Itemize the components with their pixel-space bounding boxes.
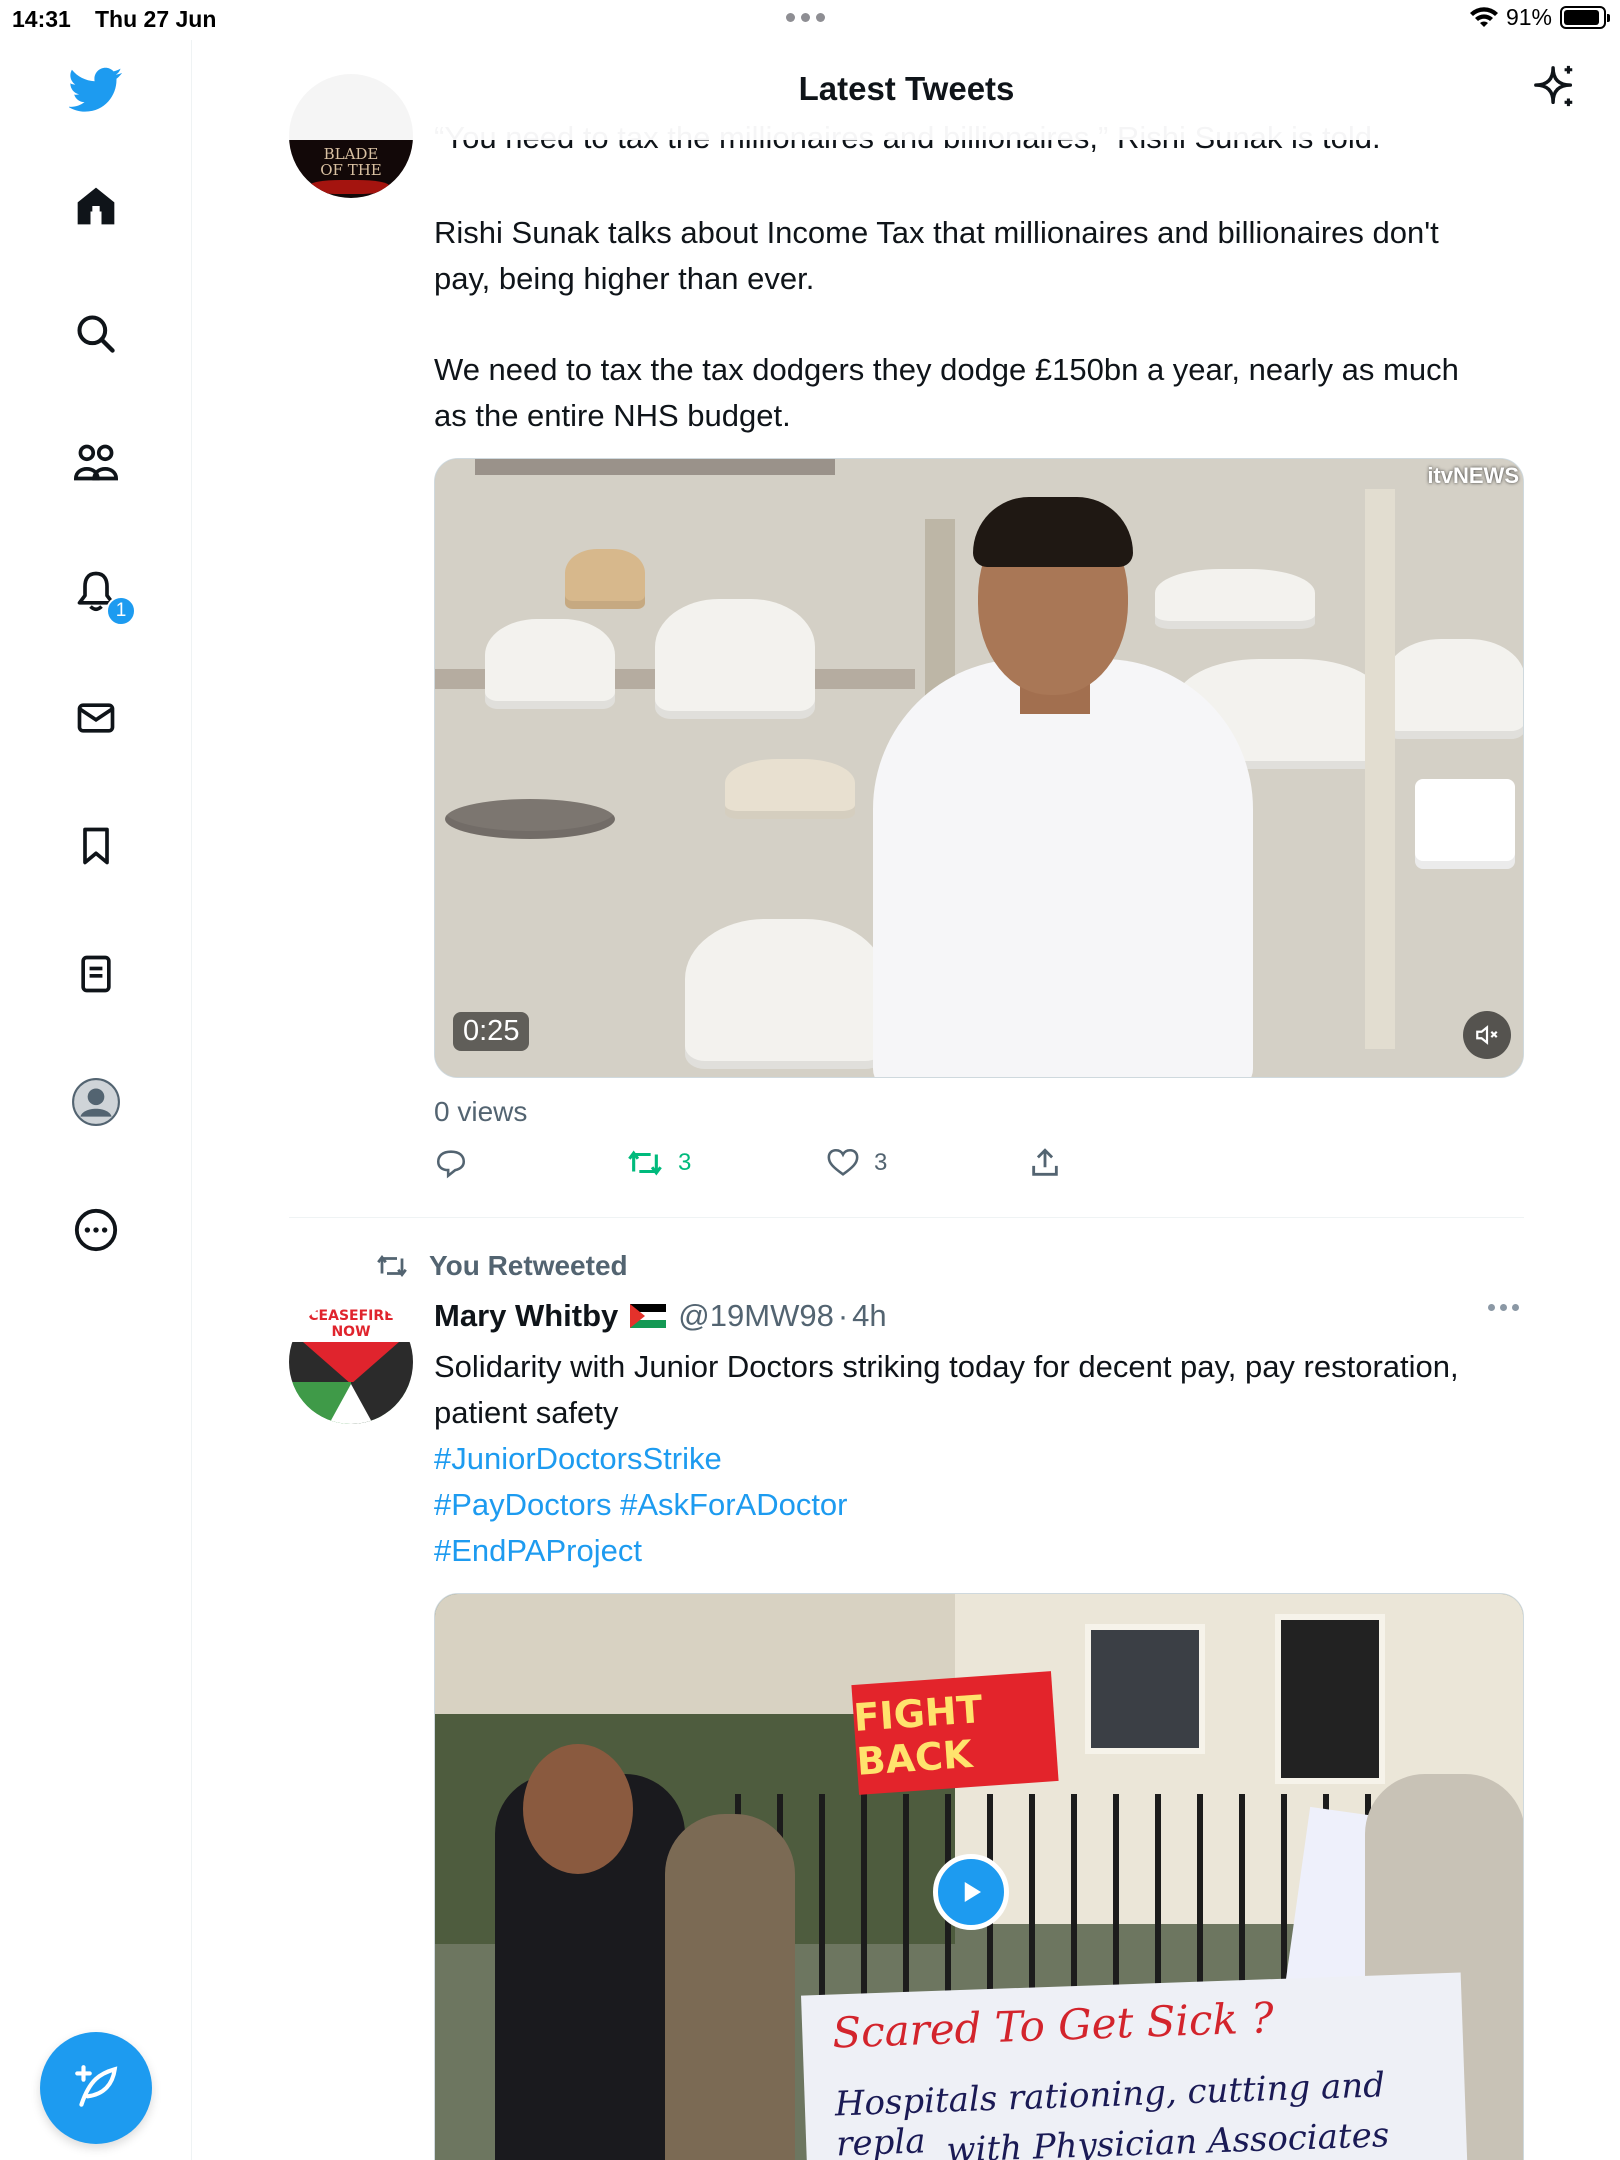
compose-tweet-button[interactable] — [40, 2032, 152, 2144]
retweet-context-icon — [377, 1254, 407, 1278]
share-button[interactable] — [1028, 1146, 1062, 1180]
nav-more[interactable] — [68, 1202, 124, 1258]
hashtag-link[interactable]: #JuniorDoctorsStrike — [434, 1441, 722, 1476]
nav-home[interactable] — [68, 178, 124, 234]
compose-feather-icon — [75, 2065, 118, 2107]
tweet2-avatar[interactable]: CEASEFIRE NOW — [289, 1300, 413, 1424]
hashtag-link[interactable]: #EndPAProject — [434, 1533, 642, 1568]
hashtag-link[interactable]: #PayDoctors — [434, 1487, 611, 1522]
play-button[interactable] — [933, 1854, 1009, 1930]
video-channel-watermark: itvNEWS — [1427, 463, 1519, 488]
nav-communities[interactable] — [68, 434, 124, 490]
avatar-text-line1: BLADE — [323, 145, 379, 163]
like-button[interactable]: 3 — [826, 1146, 887, 1180]
nav-messages[interactable] — [68, 690, 124, 746]
retweet-context-label: You Retweeted — [429, 1250, 628, 1281]
nav-search[interactable] — [68, 306, 124, 362]
profile-icon — [72, 1078, 120, 1126]
retweet-context: You Retweeted — [373, 1250, 628, 1282]
video-duration: 0:25 — [453, 1012, 530, 1051]
tweet-more-options-icon[interactable] — [1488, 1304, 1519, 1311]
tweet1-video[interactable]: itvNEWS 0:25 — [434, 458, 1524, 1078]
notification-badge: 1 — [106, 596, 136, 626]
timeline-toggle-button[interactable] — [1532, 64, 1578, 115]
mute-button[interactable] — [1463, 1011, 1511, 1059]
top-header: Latest Tweets — [193, 40, 1620, 140]
avatar-caption: CEASEFIRE NOW — [308, 1308, 394, 1340]
nav-profile[interactable] — [68, 1074, 124, 1130]
timeline: BLADE OF THE “You need to tax the millio… — [193, 0, 1620, 2160]
more-icon — [74, 1208, 118, 1252]
like-count: 3 — [874, 1149, 888, 1176]
tweet2-hashtags: #JuniorDoctorsStrike #PayDoctors #AskFor… — [434, 1436, 1494, 1574]
header-separator: · — [837, 1298, 849, 1333]
author-name[interactable]: Mary Whitby — [434, 1298, 618, 1334]
author-handle[interactable]: @19MW98 — [678, 1298, 834, 1334]
nav-lists[interactable] — [68, 946, 124, 1002]
tweet-time[interactable]: 4h — [852, 1298, 886, 1334]
protest-banner: Scared To Get Sick ? Hospitals rationing… — [801, 1972, 1469, 2160]
tweet1-views: 0 views — [434, 1096, 528, 1127]
tweet2-header: Mary Whitby @19MW98 · 4h — [434, 1298, 887, 1334]
communities-icon — [73, 444, 119, 481]
banner-line-1: Scared To Get Sick ? — [831, 1993, 1275, 2058]
share-icon — [1032, 1148, 1058, 1176]
messages-icon — [77, 703, 115, 733]
speaker-muted-icon — [1476, 1025, 1498, 1045]
tweet1-paragraph-2: We need to tax the tax dodgers they dodg… — [434, 352, 1459, 433]
avatar-text-line2: OF THE — [320, 161, 382, 179]
tweet2-text: Solidarity with Junior Doctors striking … — [434, 1349, 1459, 1430]
retweet-icon — [628, 1150, 662, 1176]
nav-bookmarks[interactable] — [68, 818, 124, 874]
play-icon — [964, 1882, 981, 1902]
tweet1-paragraph-1: Rishi Sunak talks about Income Tax that … — [434, 215, 1439, 296]
hashtag-link[interactable]: #AskForADoctor — [620, 1487, 847, 1522]
lists-icon — [81, 955, 111, 993]
fight-back-sign: FIGHT BACK — [851, 1671, 1059, 1795]
reply-icon — [436, 1150, 466, 1179]
sidebar: 1 — [0, 40, 192, 2160]
tweet-divider — [289, 1217, 1524, 1218]
reply-button[interactable] — [434, 1146, 468, 1180]
search-icon — [77, 315, 115, 353]
bookmarks-icon — [83, 827, 109, 865]
palestine-flag-icon — [630, 1304, 667, 1328]
retweet-button[interactable]: 3 — [626, 1146, 691, 1180]
home-icon — [77, 187, 115, 225]
status-time: 14:31 — [12, 6, 71, 32]
retweet-count: 3 — [678, 1149, 692, 1176]
tweet1-actions: 3 3 — [434, 1146, 1114, 1190]
heart-icon — [827, 1148, 859, 1176]
twitter-logo-icon[interactable] — [68, 62, 124, 118]
tweet2-video[interactable]: FIGHT BACK Scared To Get Sick ? Hospital… — [434, 1593, 1524, 2160]
page-title: Latest Tweets — [798, 70, 1015, 107]
sparkle-icon — [1534, 65, 1573, 107]
